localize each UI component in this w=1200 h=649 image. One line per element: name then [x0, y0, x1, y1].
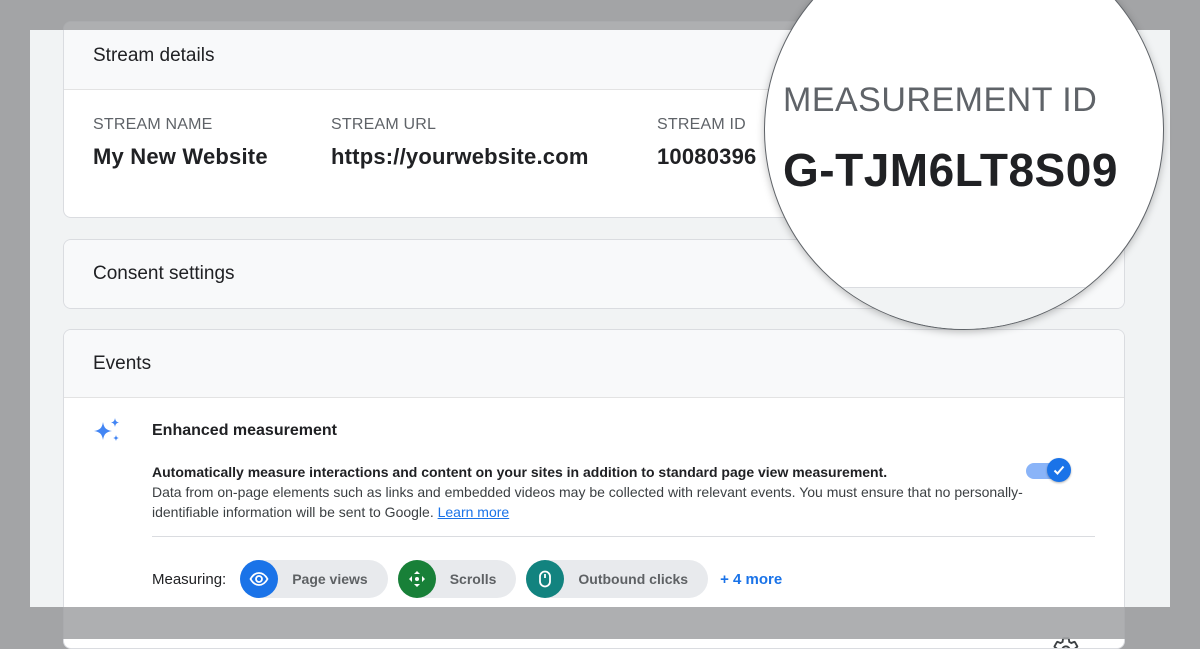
enhanced-measurement-description: Automatically measure interactions and c… [152, 462, 1032, 522]
move-icon [397, 560, 436, 598]
stream-name-value: My New Website [93, 144, 268, 169]
learn-more-link[interactable]: Learn more [438, 504, 510, 520]
gear-icon[interactable] [1052, 636, 1080, 648]
mouse-icon [526, 560, 565, 598]
chip-label: Scrolls [449, 571, 497, 587]
stream-id-label: STREAM ID [657, 116, 746, 133]
measurement-id-value[interactable]: G-TJM6LT8S09 [783, 143, 1118, 197]
chip-label: Outbound clicks [578, 571, 689, 587]
measuring-label: Measuring: [152, 570, 227, 588]
more-events-link[interactable]: + 4 more [720, 571, 782, 588]
check-icon[interactable] [1047, 458, 1071, 482]
stream-id-field: STREAM ID 10080396 [657, 116, 756, 170]
enhanced-measurement-lead: Automatically measure interactions and c… [152, 464, 888, 480]
chip-page-views[interactable]: Page views [240, 560, 388, 598]
magnifier-background [765, 288, 1163, 329]
stream-url-value: https://yourwebsite.com [331, 144, 589, 169]
chip-label: Page views [292, 571, 368, 587]
measurement-id-label: MEASUREMENT ID [783, 81, 1098, 119]
stream-name-field: STREAM NAME My New Website [93, 116, 268, 170]
section-divider [152, 536, 1095, 537]
stream-id-value: 10080396 [657, 144, 757, 169]
stream-name-label: STREAM NAME [93, 116, 213, 133]
events-card: Events Enhanced measurement Automaticall… [63, 329, 1125, 649]
sparkle-icon [92, 416, 124, 453]
chip-scrolls[interactable]: Scrolls [397, 560, 517, 598]
chip-outbound-clicks[interactable]: Outbound clicks [526, 560, 709, 598]
eye-icon [240, 560, 279, 598]
stream-url-field: STREAM URL https://yourwebsite.com [331, 116, 589, 170]
stream-url-label: STREAM URL [331, 116, 437, 133]
enhanced-measurement-toggle[interactable] [1026, 458, 1072, 482]
measuring-row: Measuring: Page views Scrolls Outbound c… [152, 560, 782, 598]
events-header: Events [64, 330, 1124, 398]
enhanced-measurement-title: Enhanced measurement [152, 422, 337, 439]
enhanced-measurement-body: Data from on-page elements such as links… [152, 484, 1023, 520]
